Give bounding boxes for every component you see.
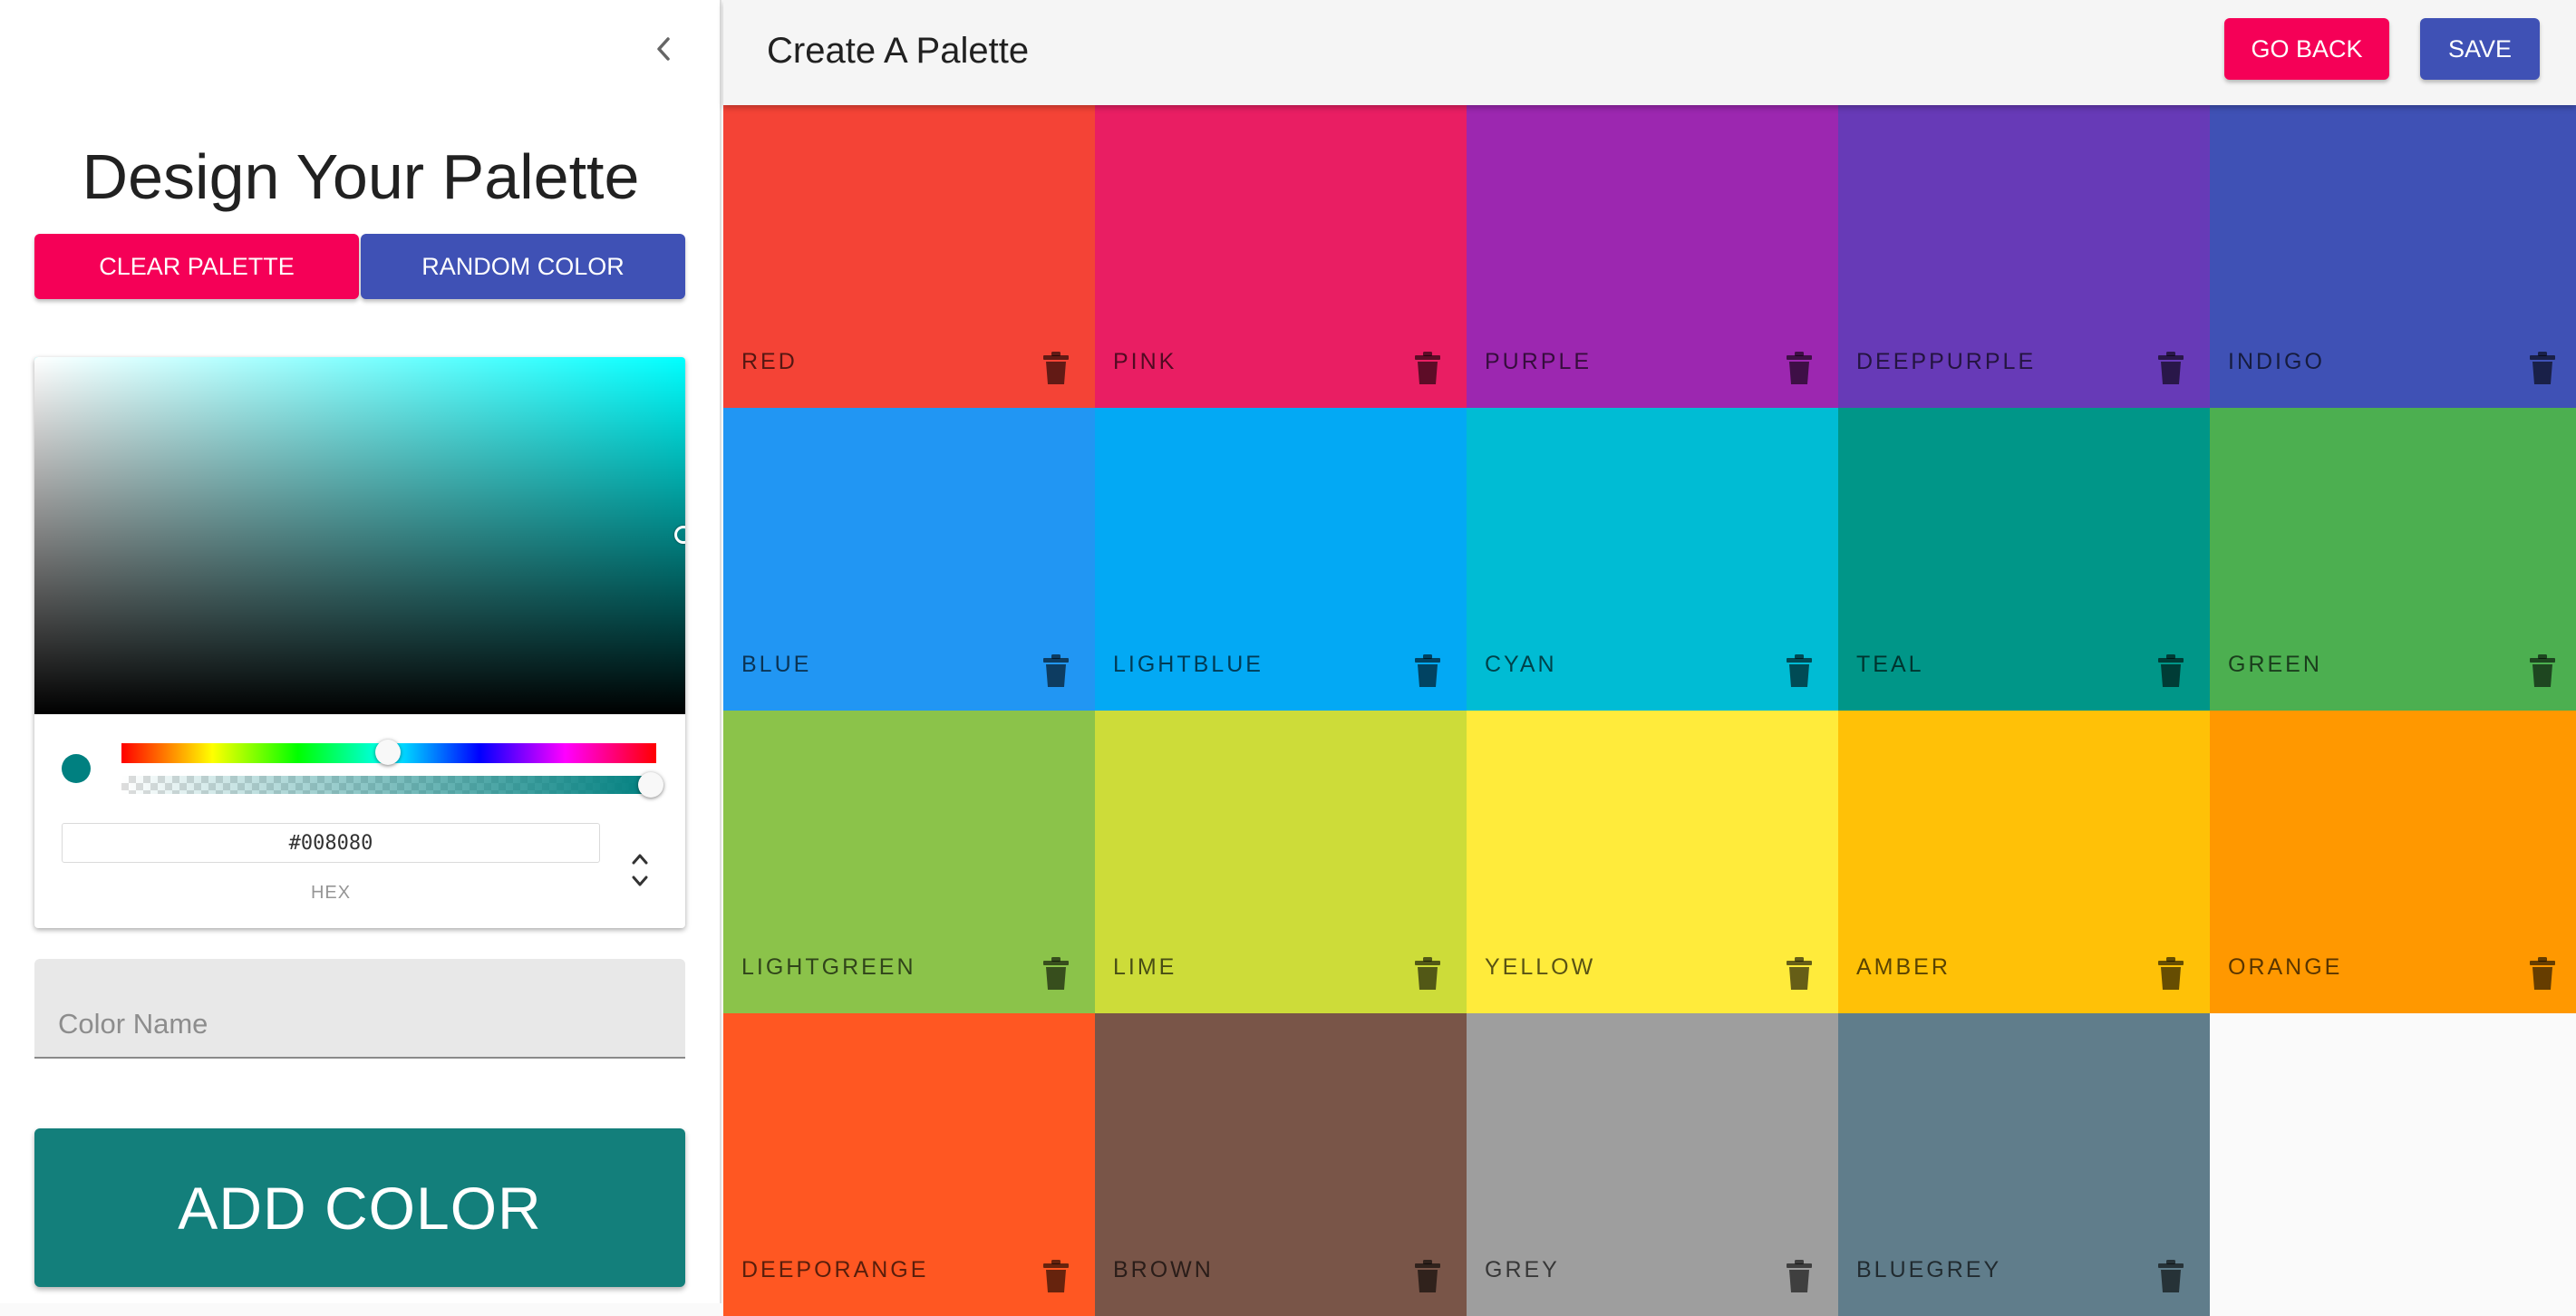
delete-icon[interactable] — [2529, 653, 2556, 689]
color-box-name: PINK — [1113, 349, 1177, 374]
color-box-name: BLUEGREY — [1856, 1257, 2002, 1282]
color-box-name: BLUE — [741, 652, 812, 677]
save-button[interactable]: SAVE — [2420, 18, 2540, 80]
color-box[interactable]: LIGHTBLUE — [1095, 408, 1467, 711]
delete-icon[interactable] — [1414, 1258, 1441, 1294]
color-box-name: DEEPPURPLE — [1856, 349, 2037, 374]
delete-icon[interactable] — [1414, 955, 1441, 992]
random-color-button[interactable]: RANDOM COLOR — [361, 234, 685, 299]
delete-icon[interactable] — [1786, 1258, 1813, 1294]
color-box[interactable]: AMBER — [1838, 711, 2210, 1013]
color-box[interactable]: PINK — [1095, 105, 1467, 408]
color-box[interactable]: GREY — [1467, 1013, 1838, 1316]
delete-icon[interactable] — [2157, 653, 2184, 689]
delete-icon[interactable] — [1786, 955, 1813, 992]
color-box[interactable]: DEEPPURPLE — [1838, 105, 2210, 408]
color-box-name: LIGHTBLUE — [1113, 652, 1264, 677]
go-back-button[interactable]: GO BACK — [2224, 18, 2389, 80]
color-box-name: YELLOW — [1485, 954, 1596, 980]
delete-icon[interactable] — [1042, 1258, 1070, 1294]
page-title: Create A Palette — [767, 31, 1030, 71]
hex-input[interactable] — [62, 823, 600, 863]
collapse-drawer-button[interactable] — [638, 27, 689, 71]
alpha-slider-handle[interactable] — [638, 772, 663, 798]
color-box[interactable]: BLUE — [723, 408, 1095, 711]
color-box[interactable]: GREEN — [2210, 408, 2576, 711]
saturation-area[interactable] — [34, 357, 685, 714]
delete-icon[interactable] — [2157, 955, 2184, 992]
alpha-slider[interactable] — [121, 776, 656, 794]
delete-icon[interactable] — [2157, 350, 2184, 386]
color-box[interactable]: PURPLE — [1467, 105, 1838, 408]
color-box-name: TEAL — [1856, 652, 1924, 677]
delete-icon[interactable] — [1786, 653, 1813, 689]
delete-icon[interactable] — [2529, 955, 2556, 992]
color-box[interactable]: LIME — [1095, 711, 1467, 1013]
color-box[interactable]: BROWN — [1095, 1013, 1467, 1316]
color-name-input[interactable] — [56, 1001, 658, 1048]
color-picker: HEX — [34, 357, 685, 928]
unfold-icon — [632, 854, 648, 886]
color-box[interactable]: LIGHTGREEN — [723, 711, 1095, 1013]
chevron-left-icon — [657, 37, 670, 61]
color-box-name: AMBER — [1856, 954, 1951, 980]
color-name-field[interactable] — [34, 959, 685, 1059]
color-box-name: LIME — [1113, 954, 1177, 980]
color-box-name: CYAN — [1485, 652, 1557, 677]
palette-grid: RED PINK PURPLE DEEPPURPLE INDIGO BLUE LIGHTBL… — [723, 105, 2576, 1316]
delete-icon[interactable] — [1042, 955, 1070, 992]
app-bar: Create A Palette GO BACK SAVE — [723, 0, 2576, 105]
color-box[interactable]: RED — [723, 105, 1095, 408]
format-toggle-button[interactable] — [622, 847, 658, 894]
color-box[interactable]: YELLOW — [1467, 711, 1838, 1013]
current-color-swatch — [62, 754, 91, 783]
color-box[interactable]: DEEPORANGE — [723, 1013, 1095, 1316]
hue-slider-handle[interactable] — [375, 740, 401, 765]
add-color-button[interactable]: ADD COLOR — [34, 1128, 685, 1287]
sidebar-drawer: Design Your Palette CLEAR PALETTE RANDOM… — [0, 0, 721, 1303]
saturation-handle[interactable] — [674, 526, 685, 544]
color-box-name: BROWN — [1113, 1257, 1214, 1282]
delete-icon[interactable] — [1042, 350, 1070, 386]
color-box-name: ORANGE — [2228, 954, 2343, 980]
delete-icon[interactable] — [1042, 653, 1070, 689]
color-box[interactable]: ORANGE — [2210, 711, 2576, 1013]
color-box[interactable]: CYAN — [1467, 408, 1838, 711]
color-box-name: PURPLE — [1485, 349, 1593, 374]
color-box-name: RED — [741, 349, 798, 374]
clear-palette-button[interactable]: CLEAR PALETTE — [34, 234, 359, 299]
color-box[interactable]: INDIGO — [2210, 105, 2576, 408]
color-box-name: GREY — [1485, 1257, 1560, 1282]
color-box[interactable]: TEAL — [1838, 408, 2210, 711]
color-box-name: LIGHTGREEN — [741, 954, 916, 980]
delete-icon[interactable] — [1414, 350, 1441, 386]
delete-icon[interactable] — [1414, 653, 1441, 689]
color-box[interactable]: BLUEGREY — [1838, 1013, 2210, 1316]
delete-icon[interactable] — [2529, 350, 2556, 386]
delete-icon[interactable] — [1786, 350, 1813, 386]
delete-icon[interactable] — [2157, 1258, 2184, 1294]
color-box-name: DEEPORANGE — [741, 1257, 929, 1282]
color-box-name: GREEN — [2228, 652, 2322, 677]
hex-label: HEX — [310, 883, 352, 903]
color-box-name: INDIGO — [2228, 349, 2325, 374]
sidebar-title: Design Your Palette — [82, 141, 640, 212]
